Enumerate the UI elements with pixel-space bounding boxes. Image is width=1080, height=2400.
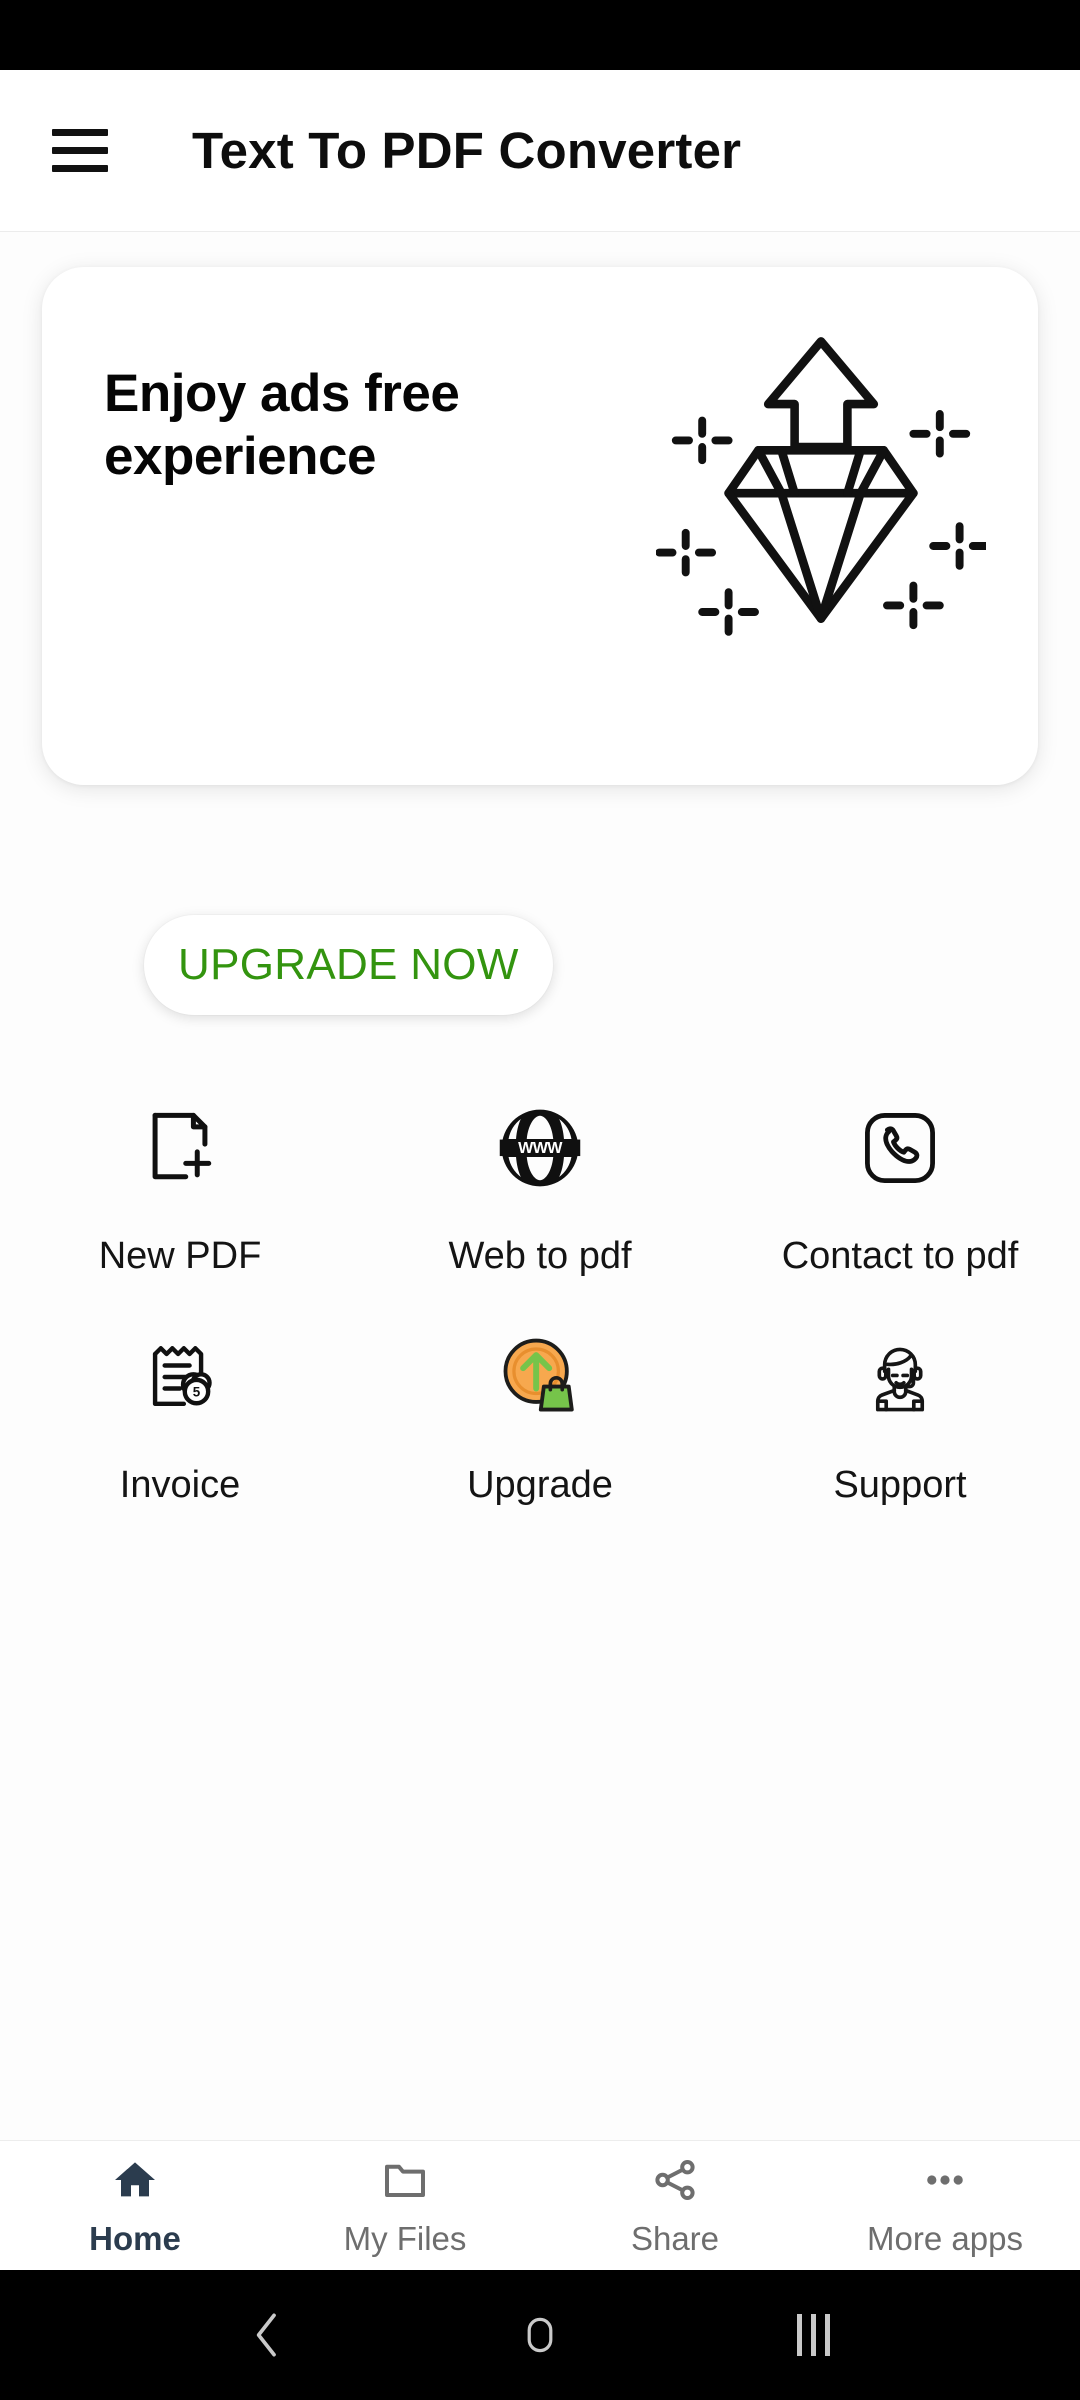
folder-icon — [379, 2154, 431, 2206]
feature-label: New PDF — [98, 1235, 262, 1277]
feature-label: Contact to pdf — [781, 1235, 1019, 1277]
menu-line-3 — [52, 165, 108, 172]
page-title: Text To PDF Converter — [192, 122, 742, 179]
android-system-nav — [0, 2270, 1080, 2400]
nav-item-share[interactable]: Share — [540, 2141, 810, 2270]
main-content: Enjoy ads free experience UPGRADE NOW Ne… — [0, 232, 1080, 2140]
svg-text:WWW: WWW — [518, 1139, 563, 1157]
app-bar: Text To PDF Converter — [0, 70, 1080, 232]
diamond-upgrade-icon — [655, 315, 990, 645]
feature-new-pdf[interactable]: New PDF — [0, 1088, 360, 1279]
globe-www-icon: WWW — [486, 1094, 594, 1202]
promo-headline: Enjoy ads free experience — [104, 363, 624, 488]
upgrade-coin-bag-icon — [486, 1323, 594, 1431]
promo-text-block: Enjoy ads free experience — [104, 363, 624, 488]
nav-label: My Files — [343, 2219, 467, 2257]
home-icon — [109, 2154, 161, 2206]
recents-lines-icon[interactable] — [778, 2300, 848, 2370]
nav-label: Share — [630, 2219, 720, 2257]
nav-item-more-apps[interactable]: More apps — [810, 2141, 1080, 2270]
promo-headline-line2: experience — [104, 426, 376, 486]
menu-line-1 — [52, 129, 108, 136]
upgrade-promo-card[interactable]: Enjoy ads free experience UPGRADE NOW — [42, 267, 1038, 1015]
share-icon — [649, 2154, 701, 2206]
status-bar — [0, 0, 1080, 70]
feature-grid: New PDF WWW Web to pdf Contact to pdf 5 … — [0, 1088, 1080, 1508]
recents-line-3 — [824, 2314, 830, 2356]
feature-label: Support — [833, 1463, 967, 1506]
bottom-navigation-bar: Home My Files Share More apps — [0, 2140, 1080, 2270]
feature-invoice[interactable]: 5 Invoice — [0, 1317, 360, 1508]
feature-contact-to-pdf[interactable]: Contact to pdf — [720, 1088, 1080, 1279]
document-add-icon — [126, 1094, 234, 1202]
headset-agent-icon — [846, 1323, 954, 1431]
more-dots-icon — [919, 2154, 971, 2206]
upgrade-now-label: UPGRADE NOW — [178, 940, 519, 989]
nav-label: Home — [89, 2219, 181, 2257]
receipt-coins-icon: 5 — [126, 1323, 234, 1431]
back-chevron-icon[interactable] — [232, 2300, 302, 2370]
nav-item-my-files[interactable]: My Files — [270, 2141, 540, 2270]
promo-headline-line1: Enjoy ads free — [104, 364, 460, 423]
feature-label: Web to pdf — [448, 1235, 632, 1277]
recents-line-2 — [810, 2314, 816, 2356]
feature-label: Invoice — [119, 1463, 241, 1506]
feature-support[interactable]: Support — [720, 1317, 1080, 1508]
menu-line-2 — [52, 147, 108, 154]
upgrade-now-button[interactable]: UPGRADE NOW — [144, 915, 553, 1015]
phone-square-icon — [846, 1094, 954, 1202]
hamburger-menu-icon[interactable] — [52, 115, 124, 187]
nav-item-home[interactable]: Home — [0, 2141, 270, 2270]
feature-upgrade[interactable]: Upgrade — [360, 1317, 720, 1508]
nav-label: More apps — [867, 2219, 1023, 2257]
feature-label: Upgrade — [467, 1463, 613, 1506]
feature-web-to-pdf[interactable]: WWW Web to pdf — [360, 1088, 720, 1279]
home-square-icon[interactable] — [505, 2300, 575, 2370]
svg-text:5: 5 — [193, 1384, 201, 1399]
recents-line-1 — [796, 2314, 802, 2356]
phone-screen: Text To PDF Converter Enjoy ads free exp… — [0, 0, 1080, 2400]
